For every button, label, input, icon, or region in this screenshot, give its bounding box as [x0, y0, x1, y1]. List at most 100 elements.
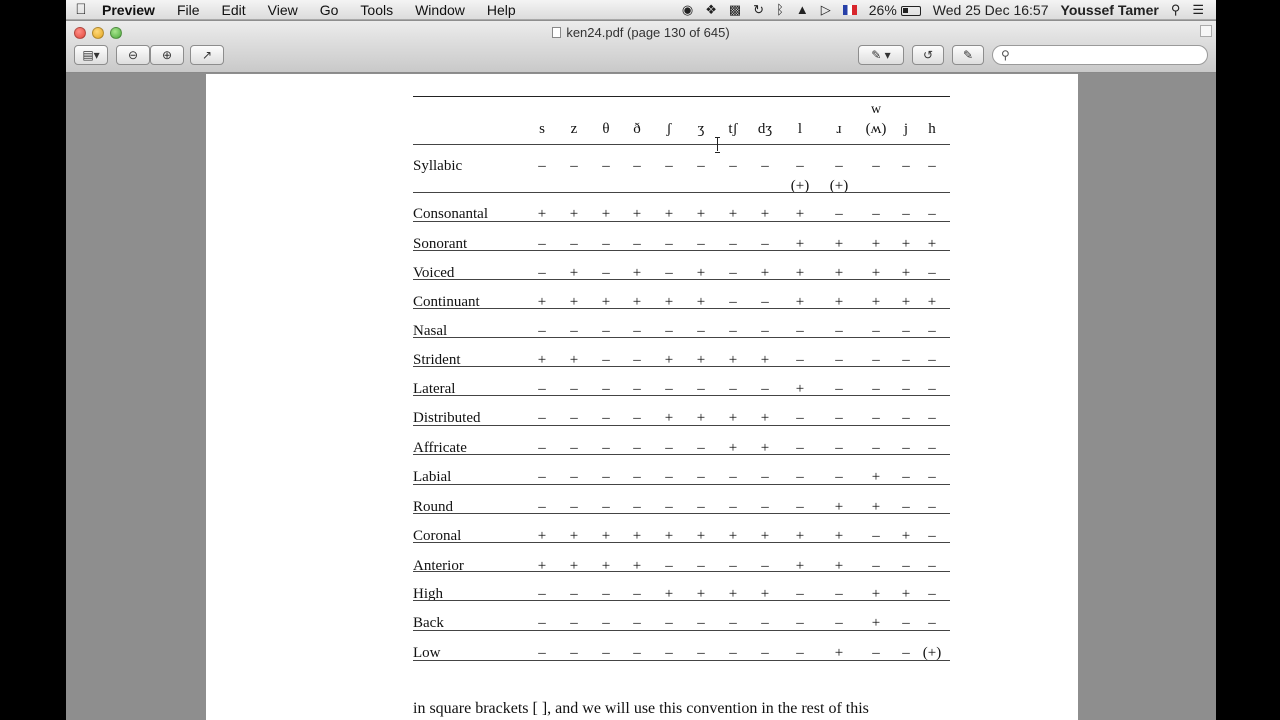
feature-value-cell: +: [795, 558, 805, 574]
rotate-button[interactable]: ↺: [912, 45, 944, 65]
zoom-in-icon: ⊕: [161, 48, 173, 62]
screen:  Preview File Edit View Go Tools Window…: [66, 0, 1216, 720]
table-row-rule: [413, 250, 950, 251]
column-header-symbol: ʃ: [666, 121, 672, 137]
table-row-rule: [413, 192, 950, 193]
spotlight-search-icon[interactable]: ⚲: [1165, 0, 1187, 20]
column-header-symbol: ð: [633, 121, 641, 137]
battery-percent: 26%: [868, 1, 897, 18]
zoom-out-icon: ⊖: [127, 48, 139, 62]
zoom-out-button[interactable]: ⊖: [116, 45, 150, 65]
window-title-text: ken24.pdf (page 130 of 645): [566, 25, 730, 40]
menu-edit[interactable]: Edit: [211, 0, 257, 20]
search-field[interactable]: ⚲: [992, 45, 1208, 65]
feature-value-cell: –: [538, 158, 546, 174]
fullscreen-icon[interactable]: [1200, 25, 1212, 37]
menu-window[interactable]: Window: [404, 0, 476, 20]
feature-value-cell: –: [729, 558, 737, 574]
document-icon: [552, 27, 562, 38]
feature-value-cell: +: [537, 558, 547, 574]
column-header-symbol: l: [797, 121, 803, 137]
battery-status[interactable]: 26%: [863, 0, 927, 20]
column-header-symbol: ʒ: [697, 121, 705, 137]
menu-view[interactable]: View: [257, 0, 309, 20]
evernote-icon[interactable]: ▩: [723, 0, 747, 20]
text-cursor-icon: [715, 137, 720, 153]
zoom-in-button[interactable]: ⊕: [150, 45, 184, 65]
input-source-flag-icon[interactable]: [837, 0, 863, 20]
rotate-icon: ↺: [922, 48, 934, 62]
table-row-rule: [413, 221, 950, 222]
user-menu[interactable]: Youssef Tamer: [1055, 0, 1165, 20]
feature-value-cell: –: [928, 158, 936, 174]
feature-value-cell: –: [872, 558, 880, 574]
table-row-rule: [413, 425, 950, 426]
time-machine-icon[interactable]: ↻: [747, 0, 770, 20]
dropbox-icon[interactable]: ❖: [699, 0, 723, 20]
feature-value-cell: –: [570, 158, 578, 174]
feature-value-cell: –: [665, 158, 673, 174]
table-top-rule: [413, 96, 950, 97]
feature-value-cell: –: [835, 158, 843, 174]
column-header-symbol: (ʍ): [865, 121, 887, 137]
notification-center-icon[interactable]: ☰: [1186, 0, 1210, 20]
table-header-rule: [413, 144, 950, 145]
feature-value-cell: –: [697, 558, 705, 574]
sidebar-view-button[interactable]: ▤▾: [74, 45, 108, 65]
column-header-symbol: dʒ: [757, 121, 773, 137]
feature-value-cell: +: [632, 558, 642, 574]
table-row-rule: [413, 571, 950, 572]
table-row-rule: [413, 542, 950, 543]
feature-value-cell: –: [761, 558, 769, 574]
column-header-symbol: z: [570, 121, 578, 137]
table-row-rule: [413, 660, 950, 661]
menu-tools[interactable]: Tools: [349, 0, 404, 20]
clock[interactable]: Wed 25 Dec 16:57: [927, 0, 1055, 20]
menu-go[interactable]: Go: [309, 0, 350, 20]
feature-value-cell: –: [729, 158, 737, 174]
feature-value-cell: –: [602, 158, 610, 174]
feature-value-cell: –: [796, 158, 804, 174]
feature-label: Syllabic: [413, 158, 463, 174]
pdf-page[interactable]: w s z θ ð ʃ ʒ tʃ dʒ l ɹ (ʍ) j h Syllabic – – – – – – – – – – – – –(…: [206, 74, 1078, 720]
search-icon: ⚲: [1001, 48, 1010, 62]
bluetooth-icon[interactable]: ᛒ: [770, 0, 790, 20]
apple-menu-icon[interactable]: : [66, 1, 96, 18]
window-title: ken24.pdf (page 130 of 645): [66, 25, 1216, 40]
menu-file[interactable]: File: [166, 0, 211, 20]
column-header-symbol: ɹ: [836, 121, 842, 137]
table-row-rule: [413, 366, 950, 367]
menu-help[interactable]: Help: [476, 0, 527, 20]
feature-value-cell: –: [665, 558, 673, 574]
table-row-rule: [413, 308, 950, 309]
body-text: in square brackets [ ], and we will use …: [413, 700, 869, 717]
column-header-symbol: θ: [602, 121, 610, 137]
feature-value-cell: –: [633, 158, 641, 174]
feature-value-cell: –: [928, 558, 936, 574]
window-titlebar: ken24.pdf (page 130 of 645) ▤▾ ⊖ ⊕ ↗ ✎ ▾…: [66, 21, 1216, 73]
column-header-symbol: s: [539, 121, 545, 137]
volume-icon[interactable]: ▷: [815, 0, 837, 20]
edit-icon: ✎: [962, 48, 974, 62]
menu-app-preview[interactable]: Preview: [96, 0, 166, 20]
annotate-button[interactable]: ✎ ▾: [858, 45, 904, 65]
menu-bar:  Preview File Edit View Go Tools Window…: [66, 0, 1216, 20]
feature-value-cell: –: [872, 158, 880, 174]
table-row-rule: [413, 484, 950, 485]
column-superscript-w: w: [870, 102, 882, 117]
wifi-icon[interactable]: ▲: [790, 0, 815, 20]
column-header-symbol: tʃ: [728, 121, 738, 137]
table-row-rule: [413, 337, 950, 338]
share-button[interactable]: ↗: [190, 45, 224, 65]
table-row-rule: [413, 279, 950, 280]
edit-toolbar-button[interactable]: ✎: [952, 45, 984, 65]
feature-value-cell: +: [569, 558, 579, 574]
sidebar-icon: ▤▾: [82, 48, 100, 62]
record-icon[interactable]: ◉: [676, 0, 699, 20]
column-header-symbol: h: [928, 121, 936, 137]
pen-icon: ✎ ▾: [871, 48, 891, 62]
table-row-rule: [413, 630, 950, 631]
table-row-rule: [413, 454, 950, 455]
battery-icon: [900, 5, 921, 16]
table-row-rule: [413, 395, 950, 396]
